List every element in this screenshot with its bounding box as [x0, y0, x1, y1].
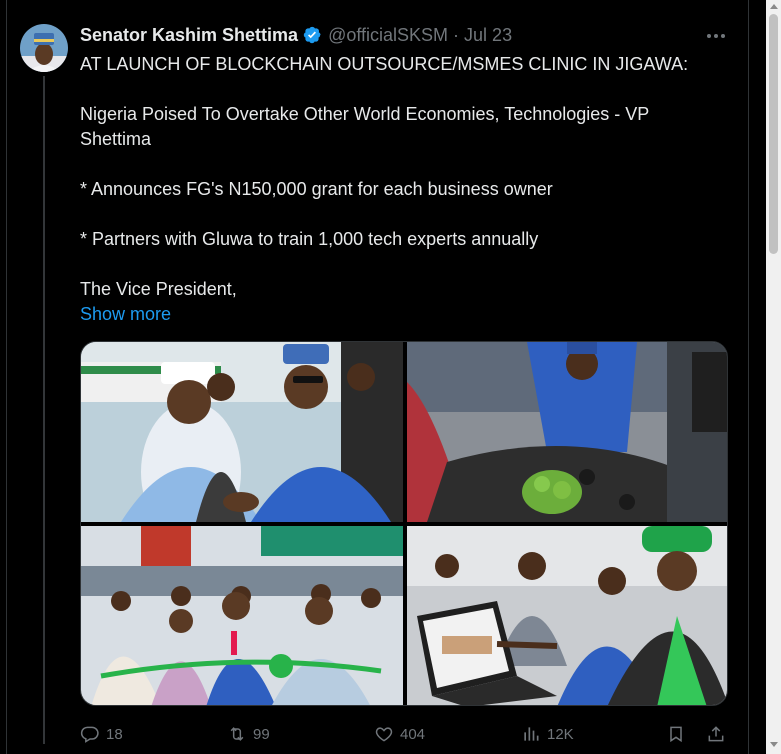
views-button[interactable]: 12K	[521, 722, 574, 746]
views-count: 12K	[547, 725, 574, 743]
like-count: 404	[400, 725, 426, 743]
tweet-line-bullet-gluwa: * Partners with Gluwa to train 1,000 tec…	[80, 229, 539, 249]
column-border-right	[748, 0, 749, 754]
media-grid	[80, 341, 728, 706]
separator-dot: ·	[453, 24, 460, 45]
photo-handshake[interactable]	[81, 342, 403, 522]
tweet-text: AT LAUNCH OF BLOCKCHAIN OUTSOURCE/MSMES …	[80, 52, 740, 327]
like-button[interactable]: 404	[374, 722, 425, 746]
author-name[interactable]: Senator Kashim Shettima	[80, 25, 298, 46]
like-icon	[375, 727, 393, 742]
more-options-icon[interactable]	[704, 30, 728, 42]
tweet-line-headline: Nigeria Poised To Overtake Other World E…	[80, 104, 649, 149]
share-button[interactable]	[706, 722, 726, 746]
thread-connector-line	[43, 76, 45, 744]
photo-laptop-demo[interactable]	[407, 526, 727, 705]
reply-icon	[80, 726, 99, 743]
share-icon	[708, 726, 724, 742]
verified-badge-icon[interactable]	[302, 25, 322, 45]
retweet-icon	[230, 727, 244, 741]
scroll-down-arrow-icon[interactable]	[770, 742, 778, 747]
retweet-count: 99	[253, 725, 270, 743]
tweet-line-intro: The Vice President,	[80, 279, 237, 299]
reply-count: 18	[106, 725, 123, 743]
retweet-button[interactable]: 99	[227, 722, 270, 746]
scrollbar-thumb[interactable]	[769, 14, 778, 254]
photo-ribbon-cutting[interactable]	[81, 526, 403, 705]
bookmark-icon	[670, 726, 682, 743]
views-icon	[524, 727, 539, 741]
avatar[interactable]	[20, 24, 68, 72]
scroll-up-arrow-icon[interactable]	[770, 4, 778, 9]
bookmark-button[interactable]	[666, 722, 686, 746]
column-border-left	[6, 0, 7, 754]
photo-planting[interactable]	[407, 342, 727, 522]
tweet-date[interactable]: Jul 23	[464, 25, 512, 46]
reply-button[interactable]: 18	[80, 722, 123, 746]
tweet-line-heading: AT LAUNCH OF BLOCKCHAIN OUTSOURCE/MSMES …	[80, 54, 689, 74]
tweet-header: Senator Kashim Shettima @officialSKSM · …	[80, 24, 512, 46]
tweet-line-bullet-grant: * Announces FG's N150,000 grant for each…	[80, 179, 553, 199]
author-handle[interactable]: @officialSKSM	[328, 25, 448, 46]
tweet-actions: 18 99 404 12K	[80, 722, 740, 746]
show-more-link[interactable]: Show more	[80, 302, 740, 327]
